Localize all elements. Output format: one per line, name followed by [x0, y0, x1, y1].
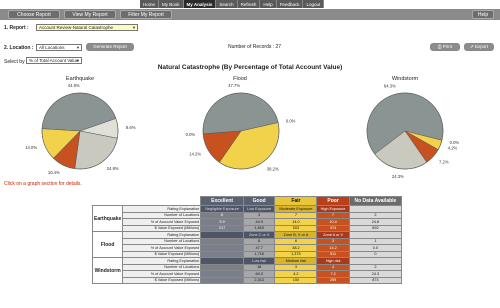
- pie-slice-label: 38.2%: [267, 167, 279, 172]
- table-header-row: Excellent Good Fair Poor No Data Available: [93, 196, 403, 206]
- table-cell[interactable]: 150: [274, 276, 318, 284]
- column-header-fair: Fair: [274, 196, 318, 206]
- pie-flood[interactable]: 47.7% 0.0% 38.2% 14.2% 0.0%: [186, 83, 296, 172]
- column-header-no-data-available: No Data Available: [348, 196, 403, 206]
- pie-windstorm[interactable]: 64.3% 0.0%4.2% 7.2% 24.3%: [366, 83, 460, 179]
- pie-slice-label: 4.2%: [448, 146, 458, 151]
- rating-table: Excellent Good Fair Poor No Data Available Ea…: [91, 196, 403, 284]
- pie-slice-label: 14.0%: [25, 145, 37, 150]
- pie-slice-label: 7.2%: [439, 159, 449, 164]
- peril-label[interactable]: Earthquake: [91, 205, 124, 232]
- header-blank: [93, 197, 123, 206]
- pie-charts[interactable]: 44.9% 8.6% 24.8% 10.4% 14.0% 47.7% 0.0% 38.2% 14…: [0, 0, 500, 190]
- header-blank: [123, 197, 201, 206]
- row-label: $ Value Exposed (Millions): [122, 276, 202, 284]
- table-cell[interactable]: [200, 276, 244, 284]
- pie-slice-label: 24.8%: [107, 166, 119, 171]
- pie-slice-label: 0.0%: [286, 118, 296, 123]
- pie-slice-label: 8.6%: [126, 125, 136, 130]
- peril-label[interactable]: Windstorm: [91, 257, 124, 284]
- pie-slice-label: 64.3%: [384, 83, 396, 88]
- pie-slice-label: 0.0%: [450, 140, 460, 145]
- table-row: $ Value Exposed (Millions) 2,313 150 259 874: [93, 276, 403, 284]
- pie-slice-label: 10.4%: [48, 170, 60, 175]
- pie-slice-label: 44.9%: [68, 83, 80, 88]
- column-header-excellent: Excellent: [200, 196, 244, 206]
- graph-hint: Click on a graph section for details.: [4, 181, 82, 187]
- peril-label[interactable]: Flood: [91, 231, 124, 258]
- table-cell[interactable]: 259: [316, 276, 350, 284]
- column-header-good: Good: [242, 196, 276, 206]
- table-cell[interactable]: 2,313: [242, 276, 276, 284]
- pie-slice-label: 14.2%: [189, 151, 201, 156]
- table-cell[interactable]: 874: [348, 276, 403, 284]
- pie-slice-label: 47.7%: [228, 83, 240, 88]
- column-header-poor: Poor: [316, 196, 350, 206]
- pie-earthquake[interactable]: 44.9% 8.6% 24.8% 10.4% 14.0%: [25, 83, 135, 175]
- pie-slice-label: 24.3%: [392, 174, 404, 179]
- pie-slice-label: 0.0%: [186, 132, 196, 137]
